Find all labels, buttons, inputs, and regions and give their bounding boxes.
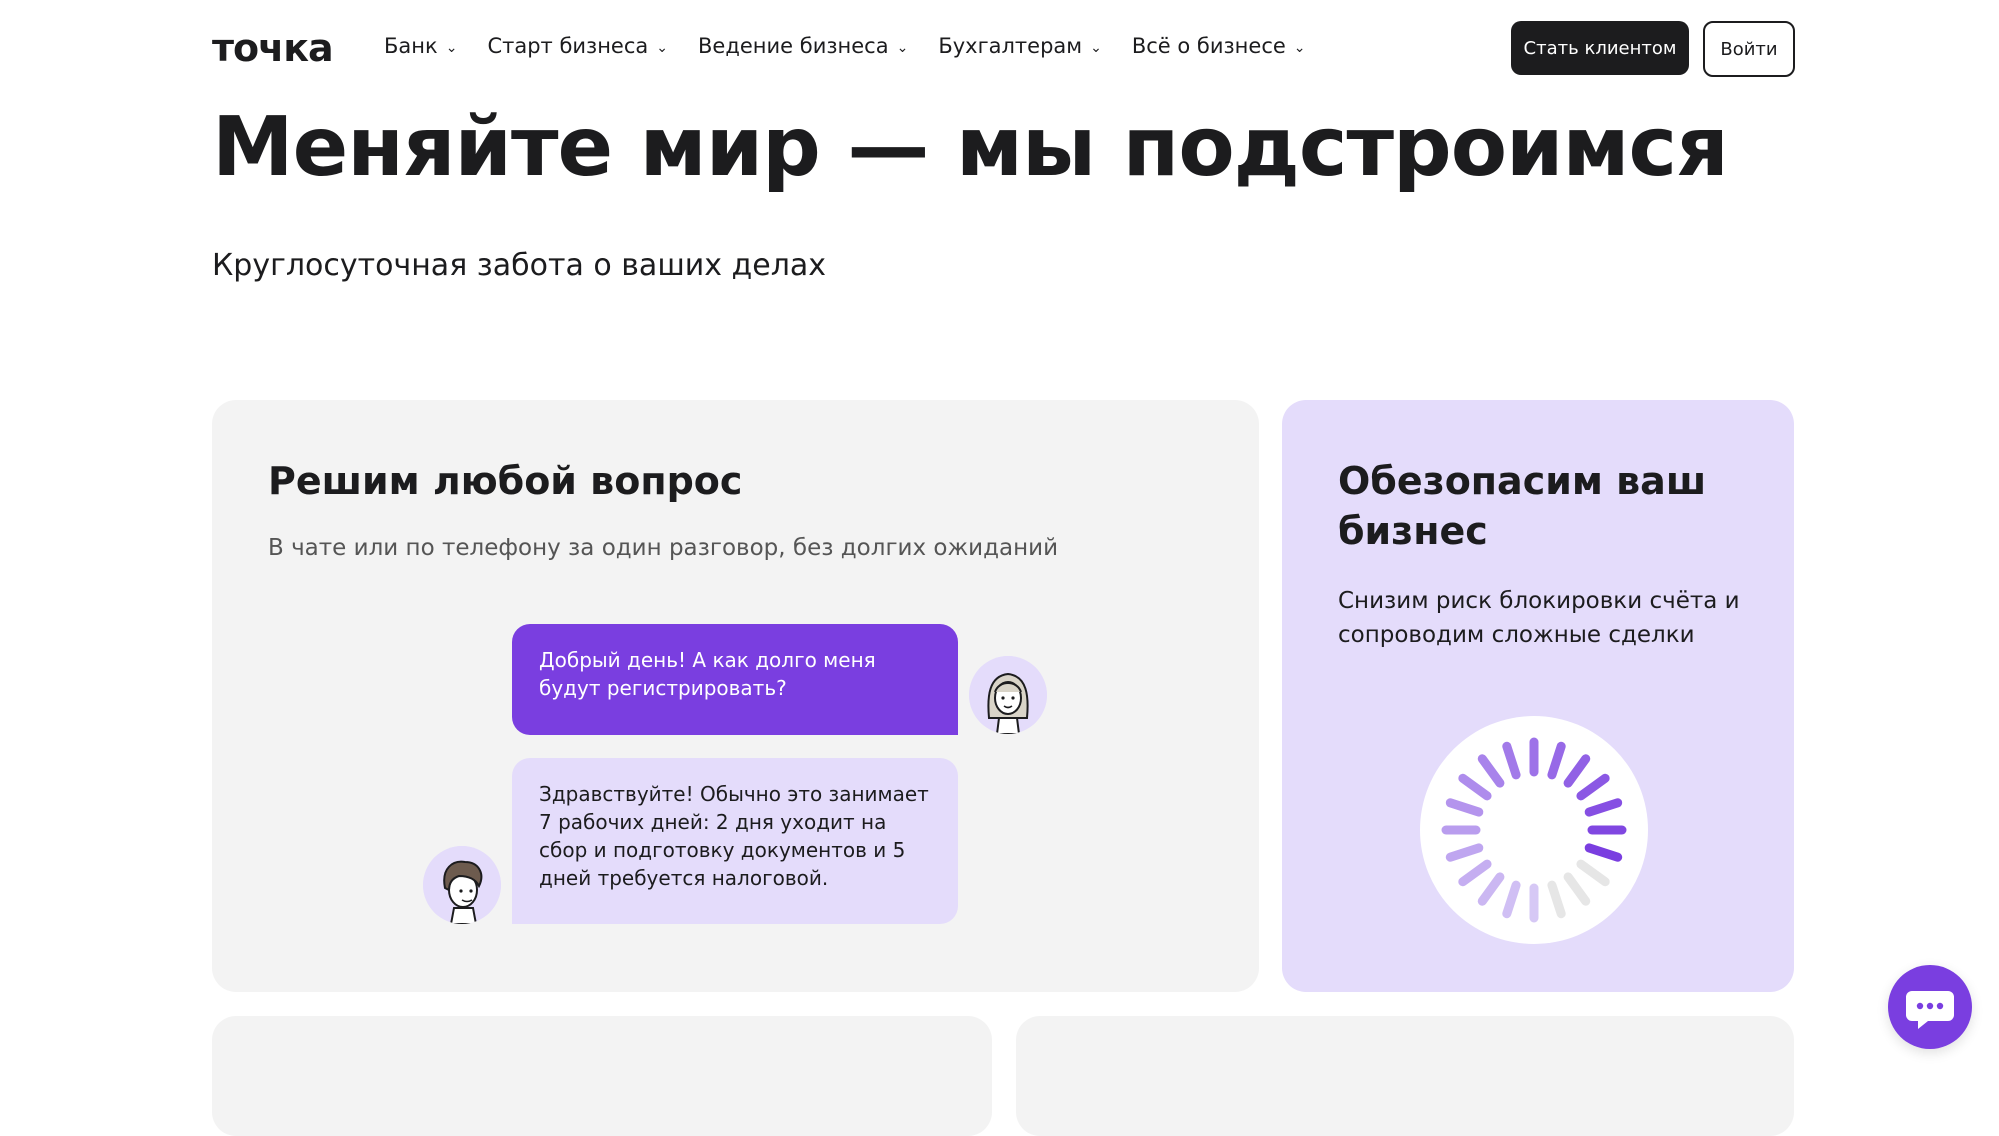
- nav-item-business-start[interactable]: Старт бизнеса ⌄: [487, 34, 668, 58]
- spinner-segment: [1502, 880, 1521, 919]
- spinner-segment: [1547, 741, 1566, 780]
- woman-avatar-icon: [969, 656, 1047, 734]
- chevron-down-icon: ⌄: [896, 40, 909, 56]
- feature-card: [212, 1016, 992, 1136]
- security-card: Обезопасим ваш бизнес Снизим риск блокир…: [1282, 400, 1794, 992]
- support-card: Решим любой вопрос В чате или по телефон…: [212, 400, 1259, 992]
- security-card-title: Обезопасим ваш бизнес: [1338, 459, 1707, 553]
- spinner-segment: [1458, 859, 1492, 887]
- feature-card: [1016, 1016, 1794, 1136]
- spinner-segment: [1563, 754, 1591, 788]
- spinner-segment: [1563, 872, 1591, 906]
- site-header: точка Банк ⌄ Старт бизнеса ⌄ Ведение биз…: [0, 0, 1999, 100]
- nav-item-bank[interactable]: Банк ⌄: [384, 34, 457, 58]
- chevron-down-icon: ⌄: [656, 40, 669, 56]
- spinner-segment: [1502, 741, 1521, 780]
- nav-item-label: Старт бизнеса: [487, 34, 649, 58]
- agent-avatar: [423, 846, 501, 924]
- nav-item-business-management[interactable]: Ведение бизнеса ⌄: [698, 34, 908, 58]
- spinner-segment: [1576, 859, 1610, 887]
- spinner-segment: [1576, 773, 1610, 801]
- support-card-title: Решим любой вопрос: [268, 459, 743, 503]
- main-nav: Банк ⌄ Старт бизнеса ⌄ Ведение бизнеса ⌄…: [384, 34, 1306, 58]
- spinner-segment: [1547, 880, 1566, 919]
- become-client-button[interactable]: Стать клиентом: [1511, 21, 1689, 75]
- support-card-description: В чате или по телефону за один разговор,…: [268, 535, 1059, 561]
- nav-item-about-business[interactable]: Всё о бизнесе ⌄: [1132, 34, 1306, 58]
- chat-message-user: Добрый день! А как долго меня будут реги…: [512, 624, 958, 735]
- nav-item-label: Банк: [384, 34, 438, 58]
- spinner-segment: [1584, 843, 1623, 862]
- chevron-down-icon: ⌄: [1293, 40, 1306, 56]
- chevron-down-icon: ⌄: [1090, 40, 1102, 56]
- security-card-description: Снизим риск блокировки счёта и сопроводи…: [1338, 588, 1740, 648]
- user-avatar: [969, 656, 1047, 734]
- nav-item-label: Всё о бизнесе: [1131, 34, 1286, 58]
- page-title: Меняйте мир — мы подстроимся: [212, 100, 1729, 195]
- man-avatar-icon: [423, 846, 501, 924]
- logo[interactable]: точка: [212, 26, 334, 70]
- loading-spinner-icon: [1420, 716, 1648, 944]
- spinner-segment: [1458, 773, 1492, 801]
- chat-message-agent: Здравствуйте! Обычно это занимает 7 рабо…: [512, 758, 958, 924]
- nav-item-label: Ведение бизнеса: [698, 34, 889, 58]
- spinner-segment: [1445, 843, 1484, 862]
- spinner-segment: [1477, 872, 1505, 906]
- spinner-segment: [1477, 754, 1505, 788]
- login-button[interactable]: Войти: [1703, 21, 1795, 77]
- chat-bubble-icon: [1906, 991, 1954, 1029]
- spinner-graphic: [1441, 737, 1627, 923]
- chat-button[interactable]: [1888, 965, 1972, 1049]
- spinner-segment: [1445, 798, 1484, 817]
- spinner-segment: [1584, 798, 1623, 817]
- nav-item-accountants[interactable]: Бухгалтерам ⌄: [938, 34, 1102, 58]
- page-subtitle: Круглосуточная забота о ваших делах: [212, 248, 827, 283]
- chevron-down-icon: ⌄: [445, 40, 458, 56]
- nav-item-label: Бухгалтерам: [938, 34, 1083, 58]
